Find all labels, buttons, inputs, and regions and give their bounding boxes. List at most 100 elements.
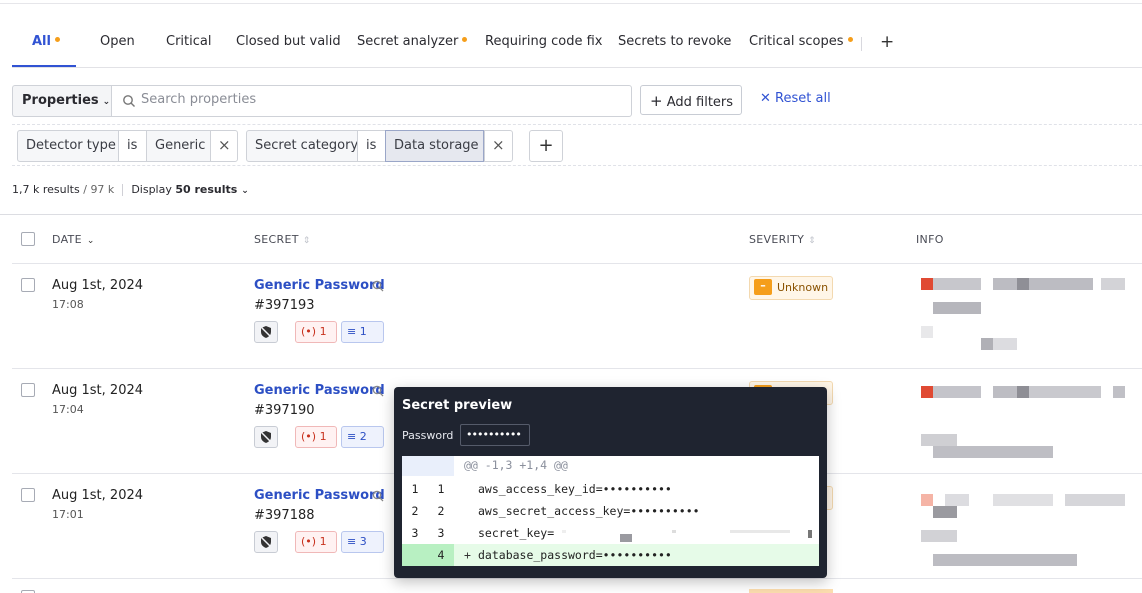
- incidents-badge: (•) 1: [295, 531, 337, 553]
- row-checkbox[interactable]: [21, 383, 35, 397]
- severity-badge-partial: [749, 589, 833, 593]
- add-filter-chip-button[interactable]: +: [529, 130, 563, 162]
- close-icon: ×: [492, 136, 505, 154]
- column-label: SEVERITY: [749, 233, 805, 246]
- magnifier-icon[interactable]: [372, 490, 384, 502]
- severity-badge[interactable]: – Unknown: [749, 276, 833, 300]
- sort-desc-icon: ⌄: [86, 236, 95, 246]
- close-icon: ✕: [760, 91, 771, 106]
- row-divider: [12, 368, 1142, 369]
- row-date: Aug 1st, 2024: [52, 278, 144, 293]
- incidents-badge: (•) 1: [295, 426, 337, 448]
- tab-bar: All Open Critical Closed but valid Secre…: [12, 24, 1142, 68]
- row-divider: [12, 263, 1142, 264]
- magnifier-icon[interactable]: [372, 385, 384, 397]
- add-filters-button[interactable]: + Add filters: [640, 85, 742, 115]
- row-time: 17:08: [52, 298, 84, 311]
- secret-id: #397193: [254, 298, 315, 313]
- secret-link[interactable]: Generic Password: [254, 278, 385, 293]
- column-header-secret[interactable]: SECRET ⇕: [254, 233, 311, 246]
- filter-operator-chip[interactable]: is: [357, 130, 386, 162]
- add-filters-label: Add filters: [666, 95, 734, 110]
- column-label: SECRET: [254, 233, 299, 246]
- occurrences-badge: ≡ 2: [341, 426, 384, 448]
- tab-open[interactable]: Open: [100, 34, 135, 49]
- tab-indicator-dot: [54, 37, 60, 42]
- diff-line-added: 4 + database_password=••••••••••: [402, 544, 819, 566]
- tab-indicator-dot: [462, 37, 468, 42]
- added-sign: +: [464, 548, 471, 562]
- tab-critical[interactable]: Critical: [166, 34, 211, 49]
- tab-closed-but-valid[interactable]: Closed but valid: [236, 34, 341, 49]
- tab-label: All: [32, 34, 51, 49]
- row-checkbox[interactable]: [21, 488, 35, 502]
- filter-value-chip[interactable]: Data storage: [385, 130, 484, 162]
- add-tab-button[interactable]: +: [880, 32, 894, 52]
- incidents-count: 1: [319, 325, 327, 338]
- table-top-border: [0, 214, 1142, 215]
- filter-field-chip[interactable]: Detector type: [17, 130, 119, 162]
- tab-requiring-code-fix[interactable]: Requiring code fix: [485, 34, 603, 49]
- active-filters: Detector type is Generic × Secret catego…: [12, 124, 1142, 166]
- remove-filter-button[interactable]: ×: [210, 130, 238, 162]
- chevron-down-icon: ⌄: [241, 186, 249, 196]
- row-date: Aug 1st, 2024: [52, 488, 144, 503]
- tab-label: Open: [100, 34, 135, 49]
- code-line: secret_key=: [478, 526, 555, 540]
- secret-link[interactable]: Generic Password: [254, 383, 385, 398]
- close-icon: ×: [218, 136, 231, 154]
- page-size-select[interactable]: 50 results ⌄: [175, 183, 248, 196]
- properties-dropdown[interactable]: Properties ⌄: [12, 85, 112, 117]
- tab-label: Requiring code fix: [485, 34, 603, 49]
- code-line: aws_secret_access_key=••••••••••: [478, 504, 700, 518]
- list-eye-icon: ≡: [347, 535, 357, 548]
- tab-indicator-dot: [847, 37, 853, 42]
- secret-link[interactable]: Generic Password: [254, 488, 385, 503]
- column-label: INFO: [916, 233, 944, 246]
- row-divider: [12, 578, 1142, 579]
- chevron-down-icon: ⌄: [102, 97, 111, 107]
- tab-secret-analyzer[interactable]: Secret analyzer: [357, 34, 468, 49]
- occurrences-count: 3: [359, 535, 367, 548]
- shield-off-icon: [254, 426, 278, 448]
- column-header-date[interactable]: DATE ⌄: [52, 233, 95, 246]
- search-field[interactable]: [111, 85, 632, 117]
- hunk-text: @@ -1,3 +1,4 @@: [464, 458, 568, 472]
- properties-label: Properties: [22, 93, 99, 108]
- tab-secrets-to-revoke[interactable]: Secrets to revoke: [618, 34, 731, 49]
- select-all-checkbox[interactable]: [21, 232, 35, 246]
- broadcast-icon: (•): [301, 430, 317, 443]
- password-label: Password: [402, 429, 454, 442]
- shield-off-icon: [254, 321, 278, 343]
- reset-all-button[interactable]: ✕ Reset all: [760, 91, 831, 106]
- remove-filter-button[interactable]: ×: [484, 130, 513, 162]
- search-icon: [123, 95, 135, 107]
- display-label: Display: [131, 183, 172, 196]
- diff-line: 1 1 aws_access_key_id=••••••••••: [402, 478, 819, 500]
- filter-operator-chip[interactable]: is: [118, 130, 147, 162]
- tab-separator: [861, 37, 862, 51]
- results-count: 1,7 k results: [12, 183, 80, 196]
- diff-view: @@ -1,3 +1,4 @@ 1 1 aws_access_key_id=••…: [402, 456, 819, 566]
- row-checkbox[interactable]: [21, 278, 35, 292]
- magnifier-icon[interactable]: [372, 280, 384, 292]
- row-time: 17:04: [52, 403, 84, 416]
- column-header-severity[interactable]: SEVERITY ⇕: [749, 233, 816, 246]
- filter-operator: is: [366, 138, 377, 153]
- tab-label: Secret analyzer: [357, 34, 459, 49]
- tab-all[interactable]: All: [32, 34, 60, 49]
- diff-line: 2 2 aws_secret_access_key=••••••••••: [402, 500, 819, 522]
- filter-operator: is: [127, 138, 138, 153]
- filter-value-chip[interactable]: Generic: [146, 130, 211, 162]
- severity-label: Unknown: [777, 281, 829, 294]
- password-value[interactable]: ••••••••••: [460, 424, 530, 446]
- new-line-number: 4: [437, 548, 445, 562]
- filter-field-chip[interactable]: Secret category: [246, 130, 358, 162]
- diff-hunk-header: @@ -1,3 +1,4 @@: [402, 456, 819, 476]
- tab-critical-scopes[interactable]: Critical scopes: [749, 34, 853, 49]
- tab-label: Secrets to revoke: [618, 34, 732, 49]
- shield-off-icon: [254, 531, 278, 553]
- active-tab-underline: [12, 65, 76, 67]
- old-line-number: 1: [411, 482, 419, 496]
- search-input[interactable]: [141, 92, 621, 107]
